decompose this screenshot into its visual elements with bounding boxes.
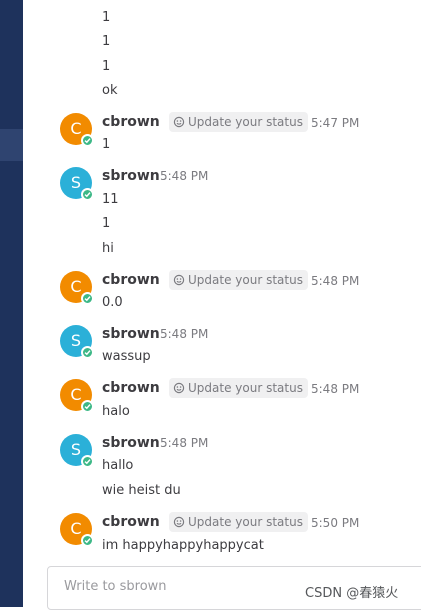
message-line: hallo bbox=[102, 458, 134, 473]
status-label: Update your status bbox=[188, 515, 303, 529]
avatar[interactable]: C bbox=[60, 271, 94, 305]
sidebar-active-item[interactable] bbox=[0, 129, 23, 161]
message-line: ok bbox=[102, 83, 118, 98]
post-time[interactable]: 5:48 PM bbox=[160, 168, 208, 184]
message-feed: 1 1 1 ok C cbrown Update your status 5:4… bbox=[23, 0, 421, 566]
online-status-icon bbox=[81, 292, 94, 305]
avatar[interactable]: C bbox=[60, 513, 94, 547]
message-line: 1 bbox=[102, 216, 111, 231]
message-line: 1 bbox=[102, 10, 111, 25]
avatar[interactable]: C bbox=[60, 113, 94, 147]
post-time[interactable]: 5:48 PM bbox=[160, 435, 208, 451]
avatar[interactable]: S bbox=[60, 434, 94, 468]
emoji-icon bbox=[173, 382, 185, 394]
post-username[interactable]: cbrown bbox=[102, 379, 160, 397]
online-status-icon bbox=[81, 134, 94, 147]
message-line: 0.0 bbox=[102, 295, 123, 310]
message-input[interactable] bbox=[64, 579, 284, 594]
update-status-button[interactable]: Update your status bbox=[169, 378, 308, 398]
status-label: Update your status bbox=[188, 273, 303, 287]
watermark: CSDN @春猿火 bbox=[305, 586, 399, 601]
post-username[interactable]: sbrown bbox=[102, 325, 160, 343]
message-line: 1 bbox=[102, 59, 111, 74]
post-username[interactable]: cbrown bbox=[102, 271, 160, 289]
post-time[interactable]: 5:50 PM bbox=[311, 515, 359, 531]
message-line: wie heist du bbox=[102, 483, 181, 498]
online-status-icon bbox=[81, 455, 94, 468]
post-username[interactable]: cbrown bbox=[102, 113, 160, 131]
message-line: 1 bbox=[102, 34, 111, 49]
emoji-icon bbox=[173, 274, 185, 286]
emoji-icon bbox=[173, 516, 185, 528]
post-username[interactable]: cbrown bbox=[102, 513, 160, 531]
emoji-icon bbox=[173, 116, 185, 128]
status-label: Update your status bbox=[188, 115, 303, 129]
update-status-button[interactable]: Update your status bbox=[169, 112, 308, 132]
update-status-button[interactable]: Update your status bbox=[169, 270, 308, 290]
online-status-icon bbox=[81, 534, 94, 547]
avatar[interactable]: S bbox=[60, 167, 94, 201]
post-time[interactable]: 5:47 PM bbox=[311, 115, 359, 131]
post-username[interactable]: sbrown bbox=[102, 434, 160, 452]
message-line: wassup bbox=[102, 349, 151, 364]
post-time[interactable]: 5:48 PM bbox=[311, 381, 359, 397]
post-time[interactable]: 5:48 PM bbox=[311, 273, 359, 289]
message-line: 1 bbox=[102, 137, 111, 152]
message-line: halo bbox=[102, 404, 130, 419]
team-sidebar bbox=[0, 0, 23, 607]
update-status-button[interactable]: Update your status bbox=[169, 512, 308, 532]
message-line: 11 bbox=[102, 192, 119, 207]
post-time[interactable]: 5:48 PM bbox=[160, 326, 208, 342]
avatar[interactable]: C bbox=[60, 379, 94, 413]
message-line: im happyhappyhappycat bbox=[102, 538, 264, 553]
online-status-icon bbox=[81, 188, 94, 201]
online-status-icon bbox=[81, 346, 94, 359]
status-label: Update your status bbox=[188, 381, 303, 395]
post-username[interactable]: sbrown bbox=[102, 167, 160, 185]
online-status-icon bbox=[81, 400, 94, 413]
avatar[interactable]: S bbox=[60, 325, 94, 359]
message-line: hi bbox=[102, 241, 114, 256]
